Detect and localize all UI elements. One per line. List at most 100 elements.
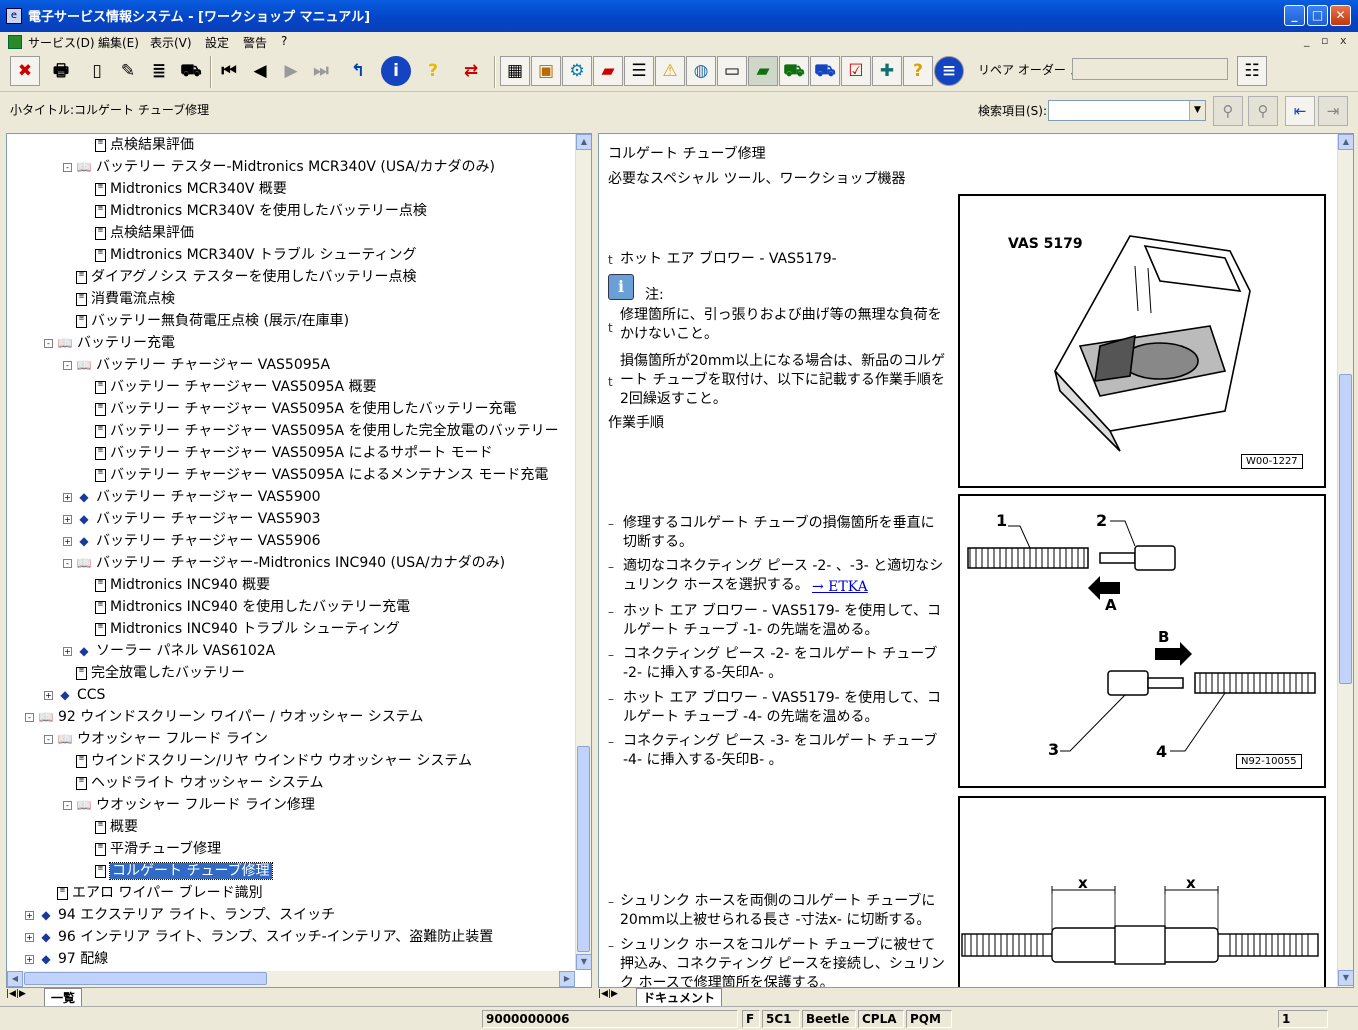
menu-service[interactable]: サービス(D) xyxy=(28,34,95,51)
mdi-restore-button[interactable]: ▫ xyxy=(1321,34,1328,47)
expand-icon[interactable]: + xyxy=(63,492,72,502)
scroll-up-button[interactable]: ▲ xyxy=(1338,134,1353,150)
new-doc-icon[interactable]: ▯ xyxy=(82,56,112,86)
expand-icon[interactable]: + xyxy=(44,690,53,700)
tree-item[interactable]: + ◆ バッテリー チャージャー VAS5900 xyxy=(63,486,321,508)
menu-warning[interactable]: 警告 xyxy=(243,34,267,51)
exit-icon[interactable]: ✖ xyxy=(10,56,40,86)
maximize-button[interactable]: □ xyxy=(1307,5,1328,26)
question-icon[interactable]: ? xyxy=(903,56,933,86)
tree-item[interactable]: + ◆ 94 エクステリア ライト、ランプ、スイッチ xyxy=(25,904,335,926)
collapse-icon[interactable]: - xyxy=(63,360,72,370)
tree-item[interactable]: - 📖 ウオッシャー フルード ライン xyxy=(44,728,268,750)
gear-icon[interactable]: ⚙ xyxy=(562,56,592,86)
scroll-down-button[interactable]: ▼ xyxy=(576,954,591,970)
tree-item[interactable]: + ◆ バッテリー チャージャー VAS5903 xyxy=(63,508,321,530)
mdi-close-button[interactable]: x xyxy=(1340,34,1347,47)
menu-edit[interactable]: 編集(E) xyxy=(98,34,139,51)
tree-item[interactable]: ≡ 完全放電したバッテリー xyxy=(63,662,245,684)
tab-prev-icon[interactable]: |◀|▶ xyxy=(598,989,618,999)
expand-icon[interactable]: + xyxy=(63,536,72,546)
info-icon[interactable]: i xyxy=(381,56,411,86)
tree-item[interactable]: ≡ ウインドスクリーン/リヤ ウインドウ ウオッシャー システム xyxy=(63,750,472,772)
close-button[interactable]: ✕ xyxy=(1330,5,1351,26)
globe-icon[interactable]: ◍ xyxy=(686,56,716,86)
back-icon[interactable]: ↰ xyxy=(343,56,373,86)
car-wrench-icon[interactable]: ⛟ xyxy=(779,56,809,86)
tree-panel[interactable]: ≡ 点検結果評価 - 📖 バッテリー テスター-Midtronics MCR340V (… xyxy=(6,133,592,988)
expand-icon[interactable]: + xyxy=(25,932,34,942)
expand-icon[interactable]: + xyxy=(25,954,34,964)
tree-item[interactable]: + ◆ ソーラー パネル VAS6102A xyxy=(63,640,275,662)
minimize-button[interactable]: _ xyxy=(1284,5,1305,26)
tree-item[interactable]: ≡ Midtronics INC940 概要 xyxy=(82,574,270,596)
tree-item[interactable]: ≡ バッテリー チャージャー VAS5095A 概要 xyxy=(82,376,377,398)
tree-item[interactable]: ≡ 点検結果評価 xyxy=(82,134,194,156)
collapse-icon[interactable]: - xyxy=(44,338,53,348)
tree-item[interactable]: - 📖 92 ウインドスクリーン ワイパー / ウオッシャー システム xyxy=(25,706,423,728)
tree-item[interactable]: - 📖 バッテリー チャージャー-Midtronics INC940 (USA/カナ… xyxy=(63,552,505,574)
tree-item[interactable]: ≡ 消費電流点検 xyxy=(63,288,175,310)
tree-item[interactable]: ≡ Midtronics INC940 トラブル シューティング xyxy=(82,618,400,640)
search-input[interactable]: ▼ xyxy=(1048,100,1206,121)
scroll-up-button[interactable]: ▲ xyxy=(576,134,591,150)
tree-vertical-scrollbar[interactable]: ▲ ▼ xyxy=(575,134,591,970)
collapse-icon[interactable]: - xyxy=(25,712,34,722)
binoculars-icon[interactable]: ⚲ xyxy=(1213,96,1243,126)
memo-icon[interactable]: ☷ xyxy=(1237,56,1267,86)
mdi-minimize-button[interactable]: _ xyxy=(1304,34,1310,47)
tree-horizontal-scrollbar[interactable]: ◀ ▶ xyxy=(7,971,575,987)
cube-icon[interactable]: ▦ xyxy=(500,56,530,86)
help-icon[interactable]: ? xyxy=(418,56,448,86)
tree-item[interactable]: ≡ バッテリー チャージャー VAS5095A を使用したバッテリー充電 xyxy=(82,398,517,420)
print-icon[interactable]: 🖶 xyxy=(46,56,76,86)
next-page-icon[interactable]: ▶ xyxy=(276,56,306,86)
grid-icon[interactable]: ≡ xyxy=(934,56,964,86)
menu-view[interactable]: 表示(V) xyxy=(150,34,192,51)
box-icon[interactable]: ▣ xyxy=(531,56,561,86)
tree-item[interactable]: ≡ Midtronics MCR340V を使用したバッテリー点検 xyxy=(82,200,427,222)
book-icon[interactable]: ▰ xyxy=(593,56,623,86)
monitor-icon[interactable]: ▭ xyxy=(717,56,747,86)
collapse-icon[interactable]: - xyxy=(63,800,72,810)
car-icon[interactable]: ⛟ xyxy=(176,56,206,86)
tree-item[interactable]: ≡ Midtronics MCR340V トラブル シューティング xyxy=(82,244,417,266)
tree-item[interactable]: ≡ コルゲート チューブ修理 xyxy=(82,860,273,882)
tree-item[interactable]: + ◆ 96 インテリア ライト、ランプ、スイッチ-インテリア、盗難防止装置 xyxy=(25,926,493,948)
collapse-icon[interactable]: - xyxy=(63,558,72,568)
tree-item[interactable]: ≡ Midtronics MCR340V 概要 xyxy=(82,178,287,200)
green-book-icon[interactable]: ▰ xyxy=(748,56,778,86)
tab-prev-icon[interactable]: |◀|▶ xyxy=(6,989,26,999)
tree-item[interactable]: ≡ バッテリー チャージャー VAS5095A によるサポート モード xyxy=(82,442,493,464)
chevron-down-icon[interactable]: ▼ xyxy=(1189,101,1205,120)
scroll-thumb[interactable] xyxy=(577,746,590,952)
tree-item[interactable]: - 📖 バッテリー充電 xyxy=(44,332,175,354)
doc-edit-icon[interactable]: ✎ xyxy=(113,56,143,86)
tree-item[interactable]: ≡ ダイアグノシス テスターを使用したバッテリー点検 xyxy=(63,266,416,288)
tree-item[interactable]: - 📖 バッテリー チャージャー VAS5095A xyxy=(63,354,330,376)
scroll-right-button[interactable]: ▶ xyxy=(559,971,575,987)
tree-item[interactable]: ≡ バッテリー無負荷電圧点検 (展示/在庫車) xyxy=(63,310,349,332)
tree-item[interactable]: ≡ バッテリー チャージャー VAS5095A によるメンテナンス モード充電 xyxy=(82,464,548,486)
tree-item[interactable]: ≡ エアロ ワイパー ブレード識別 xyxy=(44,882,263,904)
panel-left-icon[interactable]: ⇤ xyxy=(1285,96,1315,126)
switch-icon[interactable]: ⇄ xyxy=(456,56,486,86)
tree-item[interactable]: ≡ バッテリー チャージャー VAS5095A を使用した完全放電のバッテリー xyxy=(82,420,559,442)
prev-page-icon[interactable]: ◀ xyxy=(245,56,275,86)
tree-item[interactable]: + ◆ バッテリー チャージャー VAS5906 xyxy=(63,530,321,552)
tree-item[interactable]: + ◆ 97 配線 xyxy=(25,948,108,970)
tree-item[interactable]: ≡ Midtronics INC940 を使用したバッテリー充電 xyxy=(82,596,410,618)
first-page-icon[interactable]: ⏮ xyxy=(214,56,244,86)
memo-field[interactable] xyxy=(1072,58,1228,80)
menu-settings[interactable]: 設定 xyxy=(205,34,229,51)
tree-item[interactable]: ≡ 概要 xyxy=(82,816,138,838)
vehicle-icon[interactable]: ⛟ xyxy=(810,56,840,86)
book-tool-icon[interactable]: ✚ xyxy=(872,56,902,86)
collapse-icon[interactable]: - xyxy=(63,162,72,172)
warning-icon[interactable]: ⚠ xyxy=(655,56,685,86)
expand-icon[interactable]: + xyxy=(63,646,72,656)
tree-item[interactable]: ≡ 点検結果評価 xyxy=(82,222,194,244)
binoculars-next-icon[interactable]: ⚲ xyxy=(1248,96,1278,126)
expand-icon[interactable]: + xyxy=(63,514,72,524)
last-page-icon[interactable]: ⏭ xyxy=(306,56,336,86)
